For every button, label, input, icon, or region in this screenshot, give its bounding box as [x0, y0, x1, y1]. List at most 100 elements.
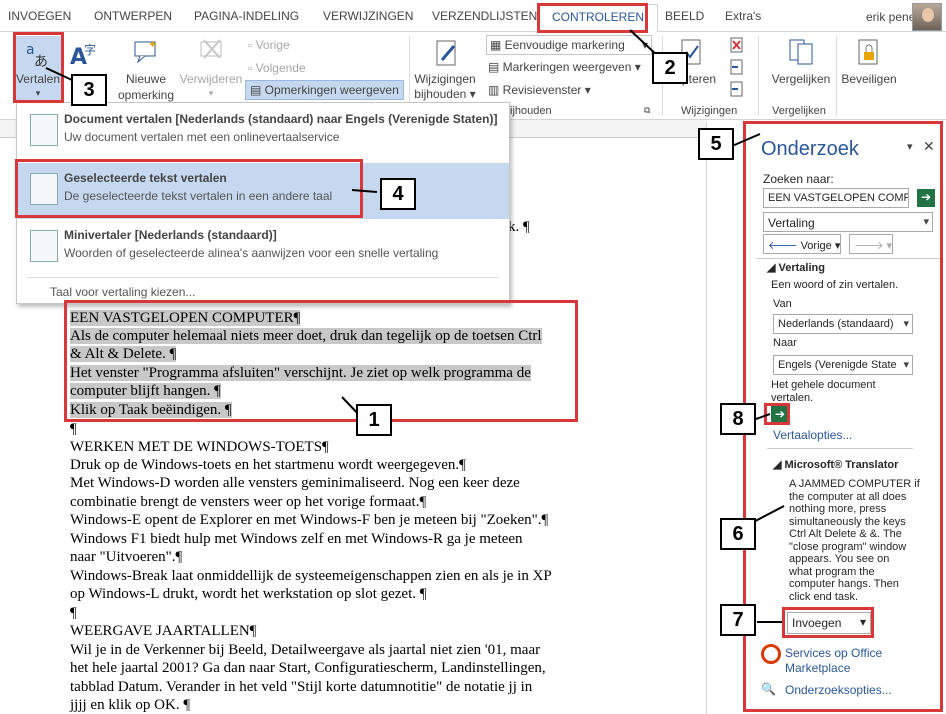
track-changes-button[interactable]: Wijzigingen bijhouden ▾ — [414, 38, 476, 104]
doc-line: Klik op Taak beëindigen. ¶ — [70, 401, 232, 419]
review-pane-icon: ▥ — [488, 83, 503, 97]
translation-hint: Een woord of zin vertalen. — [771, 279, 899, 291]
tab-ontwerpen[interactable]: ONTWERPEN — [94, 9, 172, 23]
doc-line: Windows-Break laat onmiddellijk de syste… — [70, 568, 552, 584]
menu-item-title: Geselecteerde tekst vertalen — [64, 171, 227, 185]
divider — [767, 448, 913, 449]
track-changes-label-2: bijhouden ▾ — [414, 87, 476, 101]
tab-verwijzingen[interactable]: VERWIJZINGEN — [323, 9, 413, 23]
markup-select[interactable]: ▦ Eenvoudige markering ▾ — [486, 35, 652, 55]
compare-icon — [789, 39, 813, 65]
insert-button[interactable]: Invoegen ▾ — [787, 612, 871, 634]
svg-text:あ: あ — [34, 54, 48, 68]
search-input[interactable]: EEN VASTGELOPEN COMPU — [763, 188, 909, 208]
review-pane-button[interactable]: ▥ Revisievenster ▾ — [488, 83, 591, 97]
menu-item-translate-document[interactable]: Document vertalen [Nederlands (standaard… — [18, 104, 509, 160]
pane-title: Onderzoek — [761, 138, 859, 160]
menu-item-desc: Woorden of geselecteerde alinea's aanwij… — [64, 246, 439, 260]
selected-text: Klik op Taak beëindigen. ¶ — [70, 402, 232, 418]
collapse-icon: ◢ — [773, 459, 785, 471]
to-language-select[interactable]: Engels (Verenigde State — [773, 355, 913, 375]
menu-item-title: Document vertalen [Nederlands (standaard… — [64, 112, 498, 126]
compare-button[interactable]: Vergelijken — [766, 38, 836, 88]
protect-button[interactable]: Beveiligen — [838, 38, 900, 88]
tab-verzendlijsten[interactable]: VERZENDLIJSTEN — [432, 9, 537, 23]
translation-result-line: click end task. — [789, 590, 859, 603]
next-icon: ▫ — [248, 61, 256, 75]
doc-line: tabblad Datum. Verander in het veld "Sti… — [70, 679, 533, 695]
dialog-launcher-icon[interactable]: ⧉ — [644, 105, 650, 116]
translation-result-line: nothing more, press — [789, 503, 887, 515]
doc-line: WERKEN MET DE WINDOWS-TOETS¶ — [70, 439, 329, 455]
doc-line: computer blijft hangen. ¶ — [70, 382, 221, 400]
menu-item-desc: Uw document vertalen met een onlineverta… — [64, 130, 340, 144]
selected-text: & Alt & Delete. ¶ — [70, 346, 177, 362]
delete-comment-button[interactable]: Verwijderen ▾ — [178, 38, 244, 102]
tab-beeld[interactable]: BEELD — [665, 9, 704, 23]
doc-line: jjjj en klik op OK. ¶ — [70, 697, 191, 713]
menu-item-mini-translator[interactable]: Minivertaler [Nederlands (standaard)] Wo… — [18, 220, 509, 276]
from-language-select[interactable]: Nederlands (standaard) — [773, 314, 913, 334]
ribbon-tab-bar: INVOEGEN ONTWERPEN PAGINA-INDELING VERWI… — [0, 0, 946, 33]
doc-line: & Alt & Delete. ¶ — [70, 345, 177, 363]
close-icon[interactable]: ✕ — [923, 138, 935, 155]
callout-3: 3 — [71, 74, 107, 106]
tab-pagina-indeling[interactable]: PAGINA-INDELING — [194, 9, 299, 23]
track-changes-label-1: Wijzigingen — [414, 72, 476, 86]
to-label: Naar — [773, 337, 797, 349]
chevron-down-icon: ▾ — [208, 88, 214, 98]
office-icon — [761, 644, 781, 664]
doc-line: Met Windows-D worden alle vensters gemin… — [70, 475, 520, 491]
doc-line: op Windows-L drukt, wordt het werkstatio… — [70, 586, 427, 602]
reject-prev-next-icons[interactable] — [728, 36, 746, 102]
group-separator — [758, 36, 759, 116]
selected-text: Als de computer helemaal niets meer doet… — [70, 328, 542, 344]
compare-label: Vergelijken — [771, 72, 831, 86]
translation-result-line: Ctrl Alt Delete & &. The — [789, 528, 902, 540]
chevron-down-icon: ▾ — [859, 615, 866, 629]
search-go-icon[interactable]: ➔ — [917, 189, 935, 207]
menu-divider — [27, 277, 499, 278]
service-select[interactable]: Vertaling — [763, 212, 933, 232]
doc-line: combinatie brengt de vensters weer op he… — [70, 494, 427, 510]
delete-comment-icon — [200, 39, 222, 59]
new-comment-button[interactable]: ✦ Nieuwe opmerking — [116, 38, 176, 102]
translate-icon: a あ — [26, 42, 48, 68]
tab-extras[interactable]: Extra's — [725, 9, 761, 23]
previous-comment-button[interactable]: ▫ Vorige — [248, 38, 290, 52]
research-options-link[interactable]: Onderzoeksopties... — [785, 683, 892, 697]
show-markup-icon: ▤ — [488, 60, 503, 74]
language-icon[interactable]: A 字 — [70, 40, 102, 68]
section-translation-header[interactable]: ◢ Vertaling — [767, 261, 825, 274]
back-button[interactable]: 🡐 Vorige ▾ — [763, 234, 841, 254]
collapse-icon: ◢ — [767, 262, 779, 274]
translation-result-line: computer hangs. Then — [789, 578, 899, 590]
next-comment-button[interactable]: ▫ Volgende — [248, 61, 306, 75]
show-comments-button[interactable]: ▤ Opmerkingen weergeven — [245, 80, 404, 100]
services-link-2[interactable]: Marketplace — [785, 661, 850, 675]
translation-options-link[interactable]: Vertaalopties... — [773, 428, 852, 442]
menu-item-choose-language[interactable]: Taal voor vertaling kiezen... — [50, 285, 195, 299]
show-markup-button[interactable]: ▤ Markeringen weergeven ▾ — [488, 60, 641, 74]
translation-result-line: A JAMMED COMPUTER if — [789, 478, 920, 490]
from-label: Van — [773, 298, 792, 310]
doc-line: het hele jaartal 2001? Ga dan naar Start… — [70, 660, 546, 676]
tab-invoegen[interactable]: INVOEGEN — [8, 9, 71, 23]
section-translator-header[interactable]: ◢ Microsoft® Translator — [773, 458, 898, 471]
callout-5: 5 — [698, 128, 734, 160]
translation-result-line: the computer at all does — [789, 490, 907, 503]
menu-item-desc: De geselecteerde tekst vertalen in een a… — [64, 189, 333, 203]
translation-result-line: appears. You see on — [789, 553, 890, 565]
group-separator — [836, 36, 837, 116]
translate-button[interactable]: a あ Vertalen ▾ — [14, 36, 62, 100]
doc-line: EEN VASTGELOPEN COMPUTER¶ — [70, 309, 301, 327]
pane-options-icon[interactable]: ▾ — [907, 140, 913, 153]
translate-document-go-icon[interactable]: ➔ — [771, 406, 789, 424]
services-link[interactable]: Services op Office — [785, 646, 882, 660]
whole-document-label-1: Het gehele document — [771, 379, 876, 391]
menu-item-translate-selection[interactable]: Geselecteerde tekst vertalen De geselect… — [18, 163, 509, 219]
tab-controleren[interactable]: CONTROLEREN — [538, 4, 659, 33]
forward-button[interactable]: 🡒 ▾ — [849, 234, 893, 254]
avatar[interactable] — [912, 3, 942, 31]
chevron-down-icon: ▾ — [641, 38, 648, 52]
